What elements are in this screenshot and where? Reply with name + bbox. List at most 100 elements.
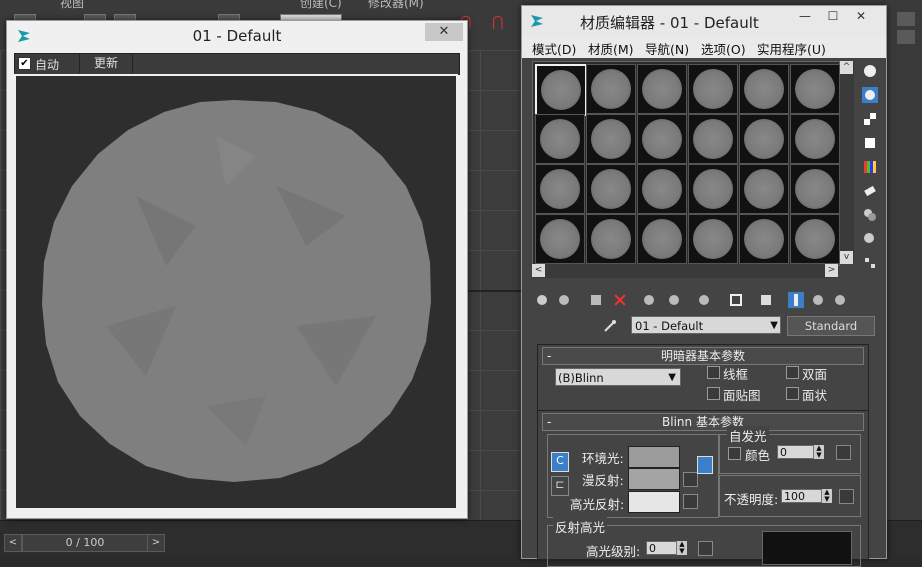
- two-sided-checkbox[interactable]: [786, 366, 799, 379]
- lock-icon[interactable]: [697, 456, 713, 474]
- close-button[interactable]: ✕: [425, 23, 463, 41]
- menu-mode[interactable]: 模式(D): [532, 39, 576, 58]
- make-copy-icon[interactable]: [642, 292, 658, 308]
- material-slot[interactable]: [739, 64, 789, 114]
- video-color-check-icon[interactable]: [862, 159, 878, 175]
- panel-tab-icon[interactable]: [897, 12, 915, 26]
- material-slot[interactable]: [535, 114, 585, 164]
- go-forward-sibling-icon[interactable]: [832, 292, 848, 308]
- options-icon[interactable]: [862, 207, 878, 223]
- put-to-scene-icon[interactable]: [556, 292, 572, 308]
- scroll-down-icon[interactable]: v: [840, 251, 853, 264]
- update-button[interactable]: 更新: [79, 54, 133, 73]
- shader-type-dropdown[interactable]: (B)Blinn ▼: [555, 368, 681, 386]
- material-editor-titlebar[interactable]: 材质编辑器 - 01 - Default — ☐ ✕: [522, 6, 886, 36]
- reset-map-icon[interactable]: [612, 292, 628, 308]
- timeline-prev-button[interactable]: <: [4, 534, 22, 552]
- material-slot[interactable]: [586, 114, 636, 164]
- material-type-button[interactable]: Standard: [787, 316, 875, 336]
- assign-material-icon[interactable]: [588, 292, 604, 308]
- scroll-left-icon[interactable]: <: [532, 264, 545, 277]
- material-slot[interactable]: [586, 214, 636, 264]
- material-slot[interactable]: [688, 164, 738, 214]
- material-name-field[interactable]: 01 - Default ▼: [631, 316, 781, 334]
- menu-fragment[interactable]: 视图: [60, 0, 84, 11]
- preview-titlebar[interactable]: 01 - Default ✕: [7, 21, 467, 50]
- face-map-checkbox[interactable]: [707, 387, 720, 400]
- menu-navigation[interactable]: 导航(N): [645, 39, 689, 58]
- make-unique-icon[interactable]: [666, 292, 682, 308]
- background-checker-icon[interactable]: [862, 111, 878, 127]
- show-end-result-icon[interactable]: [788, 292, 804, 308]
- material-slot[interactable]: [739, 164, 789, 214]
- faceted-checkbox[interactable]: [786, 387, 799, 400]
- opacity-map-button[interactable]: [839, 489, 854, 504]
- ambient-color-swatch[interactable]: [628, 446, 680, 468]
- menu-fragment[interactable]: 修改器(M): [368, 0, 424, 11]
- scroll-right-icon[interactable]: >: [825, 264, 838, 277]
- specular-level-map-button[interactable]: [698, 541, 713, 556]
- spinner-arrows-icon[interactable]: ▲ ▼: [813, 445, 824, 459]
- diffuse-color-swatch[interactable]: [628, 468, 680, 490]
- show-map-in-viewport-icon[interactable]: [758, 292, 774, 308]
- material-slot[interactable]: [637, 64, 687, 114]
- collapse-icon[interactable]: -: [547, 414, 551, 430]
- minimize-button[interactable]: —: [792, 8, 818, 24]
- rollout-header[interactable]: - 明暗器基本参数: [542, 347, 864, 365]
- material-slot[interactable]: [790, 64, 840, 114]
- slots-vertical-scrollbar[interactable]: ^ v: [840, 61, 854, 264]
- collapse-icon[interactable]: -: [547, 348, 551, 364]
- material-slot[interactable]: [790, 164, 840, 214]
- material-slot[interactable]: [535, 64, 587, 116]
- material-slot[interactable]: [535, 164, 585, 214]
- eyedropper-icon[interactable]: [602, 318, 618, 334]
- sample-type-icon[interactable]: [862, 63, 878, 79]
- specular-map-button[interactable]: [683, 494, 698, 509]
- preview-render-area[interactable]: [14, 74, 458, 510]
- chevron-down-icon[interactable]: ▼: [770, 317, 778, 335]
- put-to-library-icon[interactable]: [696, 292, 712, 308]
- material-slot[interactable]: [535, 214, 585, 264]
- chevron-down-icon[interactable]: ▼: [668, 369, 676, 387]
- material-slot[interactable]: [637, 114, 687, 164]
- diffuse-map-button[interactable]: [683, 472, 698, 487]
- make-preview-icon[interactable]: [862, 183, 878, 199]
- specular-color-swatch[interactable]: [628, 491, 680, 513]
- menu-options[interactable]: 选项(O): [701, 39, 746, 58]
- material-id-channel-icon[interactable]: [728, 292, 744, 308]
- backlight-icon[interactable]: [862, 87, 878, 103]
- lock-ambient-diffuse-icon[interactable]: C: [551, 452, 569, 472]
- material-slot[interactable]: [586, 164, 636, 214]
- material-slot[interactable]: [688, 114, 738, 164]
- spinner-arrows-icon[interactable]: ▲ ▼: [821, 489, 832, 503]
- material-slot[interactable]: [739, 114, 789, 164]
- angle-snap-icon[interactable]: ⋂: [492, 14, 512, 34]
- self-illum-map-button[interactable]: [836, 445, 851, 460]
- panel-tab-icon[interactable]: [897, 30, 915, 44]
- lock-diffuse-specular-icon[interactable]: ⊏: [551, 476, 569, 496]
- material-slot[interactable]: [688, 64, 738, 114]
- menu-fragment[interactable]: 创建(C): [300, 0, 342, 11]
- material-slot[interactable]: [637, 214, 687, 264]
- material-slot[interactable]: [739, 214, 789, 264]
- material-map-navigator-icon[interactable]: [862, 255, 878, 271]
- go-to-parent-icon[interactable]: [810, 292, 826, 308]
- material-slot[interactable]: [637, 164, 687, 214]
- rollout-header[interactable]: - Blinn 基本参数: [542, 413, 864, 431]
- menu-material[interactable]: 材质(M): [588, 39, 634, 58]
- maximize-button[interactable]: ☐: [820, 8, 846, 24]
- close-button[interactable]: ✕: [848, 8, 874, 24]
- menu-utilities[interactable]: 实用程序(U): [757, 39, 826, 58]
- wire-checkbox[interactable]: [707, 366, 720, 379]
- material-slot[interactable]: [790, 214, 840, 264]
- slots-horizontal-scrollbar[interactable]: < >: [532, 264, 838, 278]
- spinner-arrows-icon[interactable]: ▲ ▼: [676, 541, 687, 555]
- timeline-next-button[interactable]: >: [147, 534, 165, 552]
- auto-update-checkbox[interactable]: ✔: [18, 57, 31, 70]
- material-slot[interactable]: [790, 114, 840, 164]
- material-slot[interactable]: [688, 214, 738, 264]
- self-illum-color-checkbox[interactable]: [728, 447, 741, 460]
- sample-uv-icon[interactable]: [862, 135, 878, 151]
- get-material-icon[interactable]: [534, 292, 550, 308]
- timeline-slider[interactable]: 0 / 100: [22, 534, 148, 552]
